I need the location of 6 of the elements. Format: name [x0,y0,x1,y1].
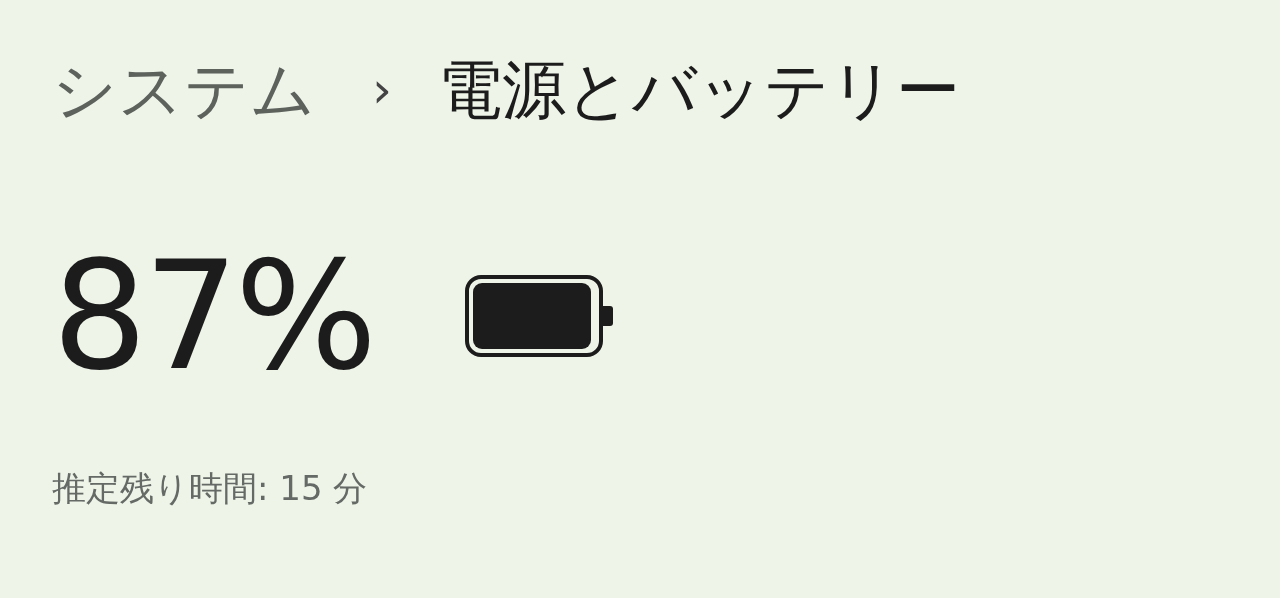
breadcrumb-separator: › [372,59,392,121]
battery-percentage: 87% [52,240,374,391]
battery-icon [465,274,614,357]
page-title: 電源とバッテリー [438,52,960,129]
estimated-time-remaining: 推定残り時間: 15 分 [52,466,369,510]
breadcrumb-link[interactable]: システム [52,52,316,129]
